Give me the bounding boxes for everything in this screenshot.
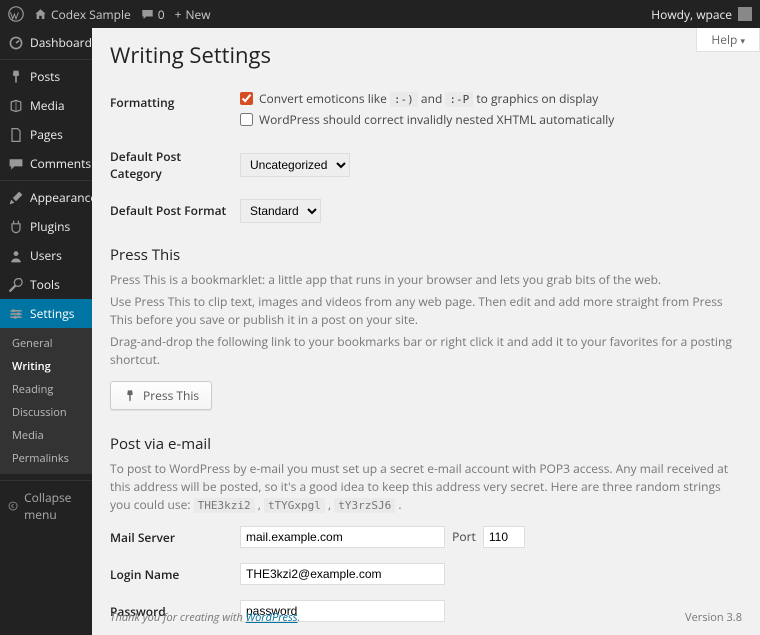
site-name-label: Codex Sample bbox=[51, 6, 131, 23]
new-label: New bbox=[185, 6, 210, 23]
version-text: Version 3.8 bbox=[685, 610, 742, 625]
dashboard-icon bbox=[8, 35, 24, 51]
default-format-select[interactable]: Standard bbox=[240, 199, 321, 223]
port-label: Port bbox=[452, 528, 476, 545]
menu-dashboard[interactable]: Dashboard bbox=[0, 28, 92, 57]
menu-users[interactable]: Users bbox=[0, 241, 92, 270]
comments-bubble[interactable]: 0 bbox=[141, 6, 165, 23]
comments-icon bbox=[8, 156, 24, 172]
avatar[interactable] bbox=[738, 7, 752, 21]
press-this-button[interactable]: Press This bbox=[110, 381, 212, 410]
submenu-reading[interactable]: Reading bbox=[0, 378, 92, 401]
menu-tools[interactable]: Tools bbox=[0, 270, 92, 299]
menu-settings[interactable]: Settings bbox=[0, 299, 92, 328]
tools-icon bbox=[8, 277, 24, 293]
media-icon bbox=[8, 98, 24, 114]
emoticons-checkbox[interactable] bbox=[240, 92, 253, 105]
wordpress-link[interactable]: WordPress bbox=[246, 610, 298, 625]
help-tab[interactable]: Help ▾ bbox=[696, 28, 760, 52]
mail-server-input[interactable] bbox=[240, 526, 445, 548]
press-this-icon bbox=[123, 389, 137, 403]
howdy-text[interactable]: Howdy, wpace bbox=[651, 6, 732, 23]
port-input[interactable] bbox=[483, 526, 525, 548]
menu-appearance[interactable]: Appearance bbox=[0, 180, 92, 212]
comment-icon bbox=[141, 8, 154, 21]
default-category-label: Default Post Category bbox=[110, 138, 240, 192]
press-this-desc3: Drag-and-drop the following link to your… bbox=[110, 333, 742, 369]
new-content[interactable]: + New bbox=[175, 6, 211, 23]
submenu-general[interactable]: General bbox=[0, 332, 92, 355]
default-format-label: Default Post Format bbox=[110, 192, 240, 229]
footer: Thank you for creating with WordPress. V… bbox=[92, 604, 760, 635]
submenu-permalinks[interactable]: Permalinks bbox=[0, 447, 92, 470]
pin-icon bbox=[8, 69, 24, 85]
submenu-discussion[interactable]: Discussion bbox=[0, 401, 92, 424]
xhtml-row[interactable]: WordPress should correct invalidly neste… bbox=[240, 111, 742, 128]
users-icon bbox=[8, 248, 24, 264]
settings-submenu: General Writing Reading Discussion Media… bbox=[0, 328, 92, 474]
submenu-media[interactable]: Media bbox=[0, 424, 92, 447]
brush-icon bbox=[8, 190, 24, 206]
post-via-email-heading: Post via e-mail bbox=[110, 434, 742, 454]
formatting-table: Formatting Convert emoticons like :-) an… bbox=[110, 84, 742, 229]
default-category-select[interactable]: Uncategorized bbox=[240, 153, 350, 177]
collapse-menu[interactable]: Collapse menu bbox=[0, 480, 92, 531]
submenu-writing[interactable]: Writing bbox=[0, 355, 92, 378]
admin-toolbar: Codex Sample 0 + New Howdy, wpace bbox=[0, 0, 760, 28]
page-icon bbox=[8, 127, 24, 143]
settings-icon bbox=[8, 306, 24, 322]
login-input[interactable] bbox=[240, 563, 445, 585]
menu-plugins[interactable]: Plugins bbox=[0, 212, 92, 241]
formatting-label: Formatting bbox=[110, 84, 240, 138]
site-name[interactable]: Codex Sample bbox=[34, 6, 131, 23]
home-icon bbox=[34, 8, 47, 21]
menu-comments[interactable]: Comments bbox=[0, 149, 92, 178]
dropdown-icon: ▾ bbox=[740, 34, 745, 47]
emoticons-row[interactable]: Convert emoticons like :-) and :-P to gr… bbox=[240, 90, 742, 107]
admin-menu: Dashboard Posts Media Pages Comments App… bbox=[0, 28, 92, 635]
plus-icon: + bbox=[175, 6, 182, 23]
page-title: Writing Settings bbox=[110, 40, 742, 70]
comments-count: 0 bbox=[158, 6, 165, 23]
press-this-heading: Press This bbox=[110, 245, 742, 265]
login-label: Login Name bbox=[110, 556, 240, 593]
plugin-icon bbox=[8, 219, 24, 235]
mail-server-label: Mail Server bbox=[110, 519, 240, 556]
collapse-icon bbox=[8, 499, 18, 513]
xhtml-checkbox[interactable] bbox=[240, 113, 253, 126]
menu-media[interactable]: Media bbox=[0, 91, 92, 120]
post-via-email-desc: To post to WordPress by e-mail you must … bbox=[110, 460, 742, 515]
menu-pages[interactable]: Pages bbox=[0, 120, 92, 149]
press-this-desc1: Press This is a bookmarklet: a little ap… bbox=[110, 271, 742, 289]
press-this-desc2: Use Press This to clip text, images and … bbox=[110, 293, 742, 329]
menu-posts[interactable]: Posts bbox=[0, 59, 92, 91]
content-wrap: Help ▾ Writing Settings Formatting Conve… bbox=[92, 28, 760, 635]
wp-logo[interactable] bbox=[8, 6, 24, 22]
